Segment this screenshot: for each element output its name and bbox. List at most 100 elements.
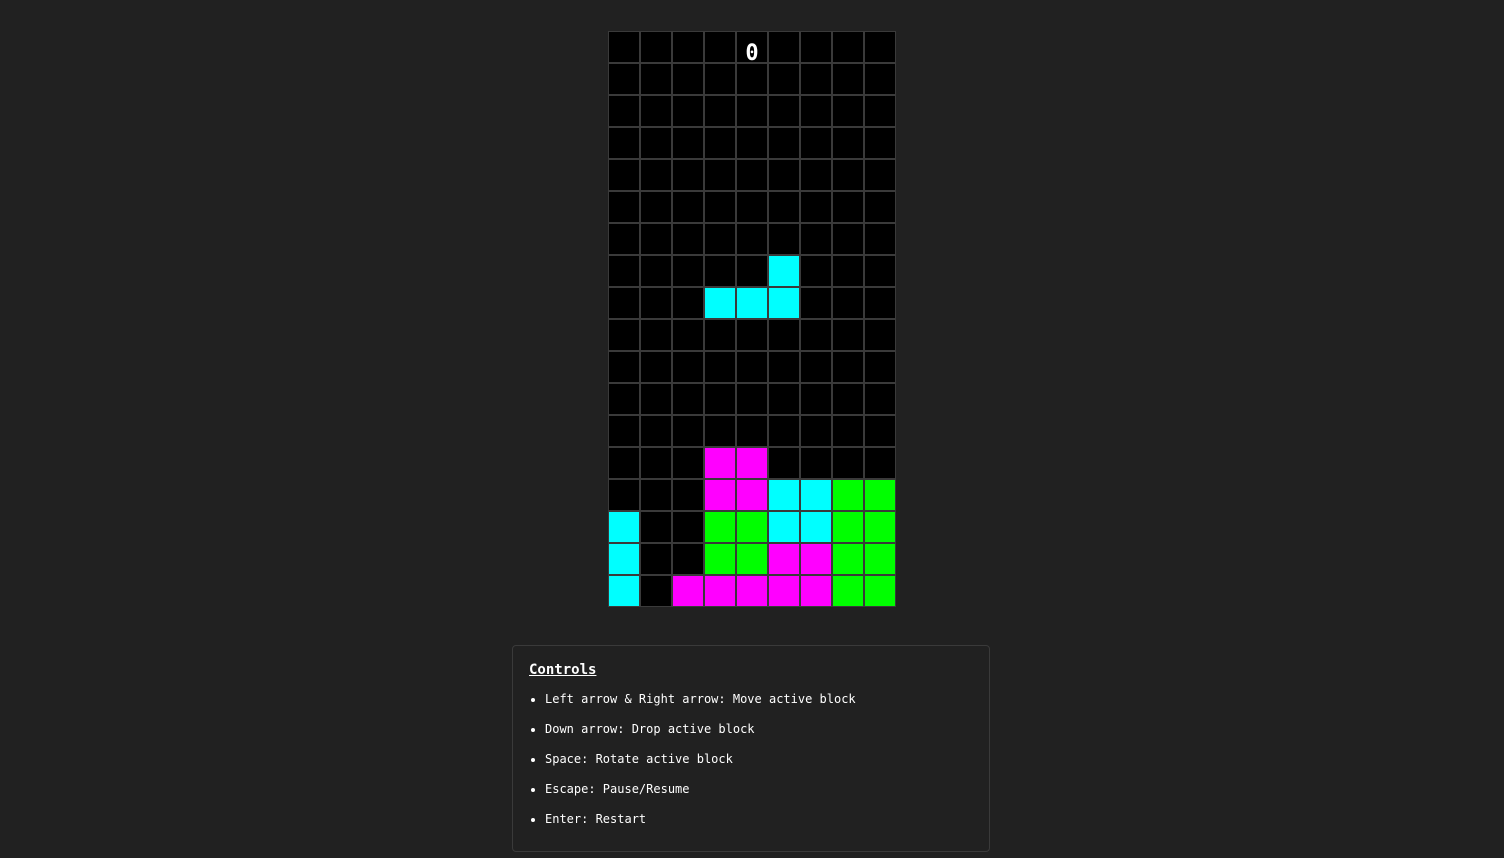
board-cell-empty [832,127,864,159]
board-cell-empty [608,287,640,319]
board-cell-empty [800,191,832,223]
board-cell-empty [672,415,704,447]
board-cell-filled [864,479,896,511]
board-cell-empty [640,319,672,351]
board-cell-empty [672,447,704,479]
board-cell-empty [800,127,832,159]
board-cell-filled [768,479,800,511]
board-cell-empty [800,95,832,127]
board-cell-empty [640,287,672,319]
board-cell-empty [608,223,640,255]
board-cell-empty [832,159,864,191]
board-cell-empty [672,319,704,351]
board-cell-empty [832,223,864,255]
board-cell-empty [832,191,864,223]
board-cell-empty [800,319,832,351]
board-cell-filled [704,543,736,575]
controls-list: Left arrow & Right arrow: Move active bl… [529,692,973,842]
board-cell-empty [672,159,704,191]
board-cell-empty [832,287,864,319]
board-cell-empty [640,159,672,191]
board-cell-empty [672,511,704,543]
board-cell-empty [672,351,704,383]
board-cell-empty [640,575,672,607]
board-cell-filled [768,575,800,607]
board-cell-empty [704,159,736,191]
board-cell-empty [608,63,640,95]
board-cell-empty [768,383,800,415]
board-cell-filled [704,575,736,607]
board-cell-empty [608,95,640,127]
board-cell-empty [768,415,800,447]
board-cell-empty [608,415,640,447]
board-cell-empty [672,191,704,223]
board-cell-empty [672,95,704,127]
board-cell-empty [832,319,864,351]
board-cell-empty [640,191,672,223]
board-cell-empty [672,479,704,511]
board-cell-filled [832,543,864,575]
board-cell-empty [672,223,704,255]
board-cell-filled [864,543,896,575]
board-cell-empty [832,415,864,447]
board-cell-empty [864,191,896,223]
board-cell-empty [864,255,896,287]
board-cell-filled [736,575,768,607]
board-cell-filled [832,575,864,607]
board-cell-empty [672,127,704,159]
board-cell-empty [608,191,640,223]
board-cell-empty [736,159,768,191]
board-cell-filled [704,447,736,479]
control-restart: Enter: Restart [545,812,973,842]
board-cell-filled [672,575,704,607]
board-cell-empty [640,127,672,159]
board-cell-filled [736,479,768,511]
board-cell-empty [640,447,672,479]
board-cell-empty [608,479,640,511]
board-cell-empty [608,447,640,479]
board-cell-empty [736,95,768,127]
board-cell-filled [800,575,832,607]
board-cell-filled [800,511,832,543]
board-cell-empty [672,63,704,95]
board-cell-empty [736,415,768,447]
board-cell-empty [640,223,672,255]
board-cell-empty [608,159,640,191]
board-cell-empty [704,415,736,447]
game-board[interactable] [608,31,896,607]
controls-panel: Controls Left arrow & Right arrow: Move … [512,645,990,852]
board-cell-filled [864,575,896,607]
control-rotate: Space: Rotate active block [545,752,973,782]
board-cell-empty [704,127,736,159]
board-cell-filled [704,511,736,543]
board-cell-empty [672,543,704,575]
board-cell-empty [704,31,736,63]
board-cell-filled [736,511,768,543]
board-cell-empty [672,31,704,63]
board-cell-empty [704,351,736,383]
board-cell-empty [640,351,672,383]
board-cell-empty [800,63,832,95]
board-cell-empty [736,319,768,351]
board-cell-empty [768,351,800,383]
board-cell-empty [736,223,768,255]
board-cell-empty [704,95,736,127]
controls-title: Controls [529,662,597,678]
board-cell-empty [864,159,896,191]
board-cell-empty [800,447,832,479]
board-cell-empty [640,255,672,287]
board-cell-empty [640,63,672,95]
board-cell-empty [864,223,896,255]
board-cell-empty [864,63,896,95]
board-cell-empty [864,415,896,447]
board-cell-empty [608,31,640,63]
board-cell-empty [768,223,800,255]
board-cell-empty [864,383,896,415]
board-cell-empty [832,383,864,415]
board-cell-empty [864,351,896,383]
board-cell-empty [864,447,896,479]
board-cell-empty [736,31,768,63]
board-cell-empty [864,287,896,319]
board-cell-empty [768,127,800,159]
board-cell-empty [704,223,736,255]
